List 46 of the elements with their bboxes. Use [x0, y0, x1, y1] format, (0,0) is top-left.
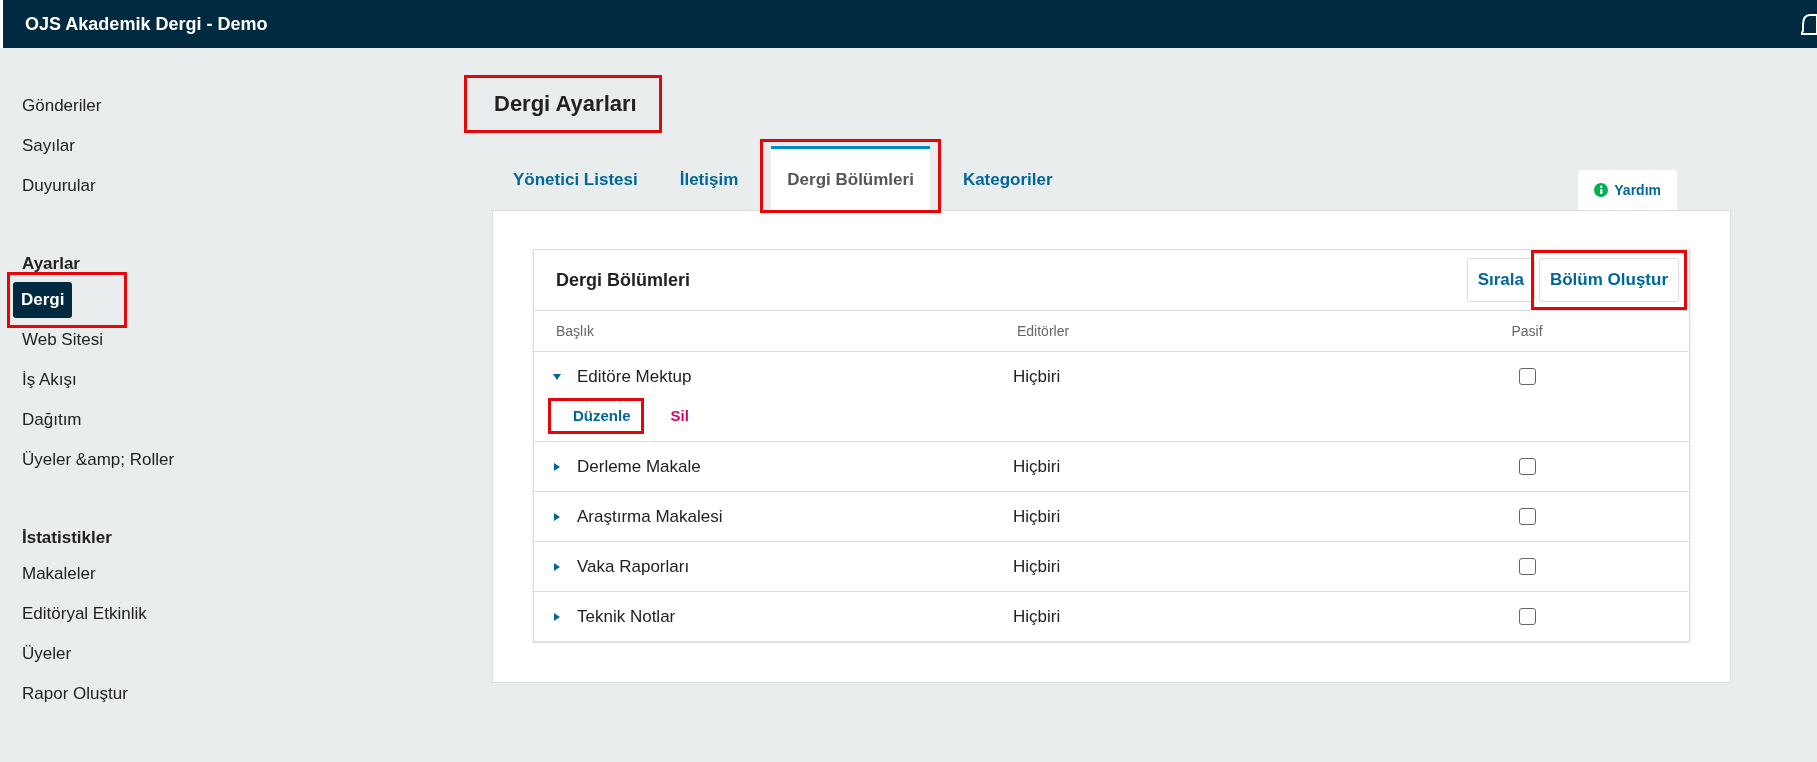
sidebar-item[interactable]: Dağıtım [22, 402, 82, 438]
caret-icon[interactable] [552, 511, 562, 522]
sidebar-heading: Ayarlar [22, 253, 81, 275]
caret-icon[interactable] [552, 461, 562, 472]
sidebar-item[interactable]: İş Akışı [22, 362, 77, 398]
sidebar-item[interactable]: Üyeler [22, 636, 72, 672]
sidebar-item[interactable]: Gönderiler [22, 88, 102, 124]
grid-button[interactable]: Bölüm Oluştur [1538, 258, 1679, 302]
section-title: Araştırma Makalesi [577, 506, 723, 527]
tab[interactable]: Yönetici Listesi [495, 150, 656, 210]
caret-icon[interactable] [552, 611, 562, 622]
section-title: Teknik Notlar [577, 606, 676, 627]
column-header: Başlık [556, 323, 596, 339]
column-header: Editörler [1017, 323, 1071, 339]
caret-icon[interactable] [552, 561, 562, 572]
section-title: Editöre Mektup [577, 366, 692, 387]
sidebar-item[interactable]: Rapor Oluştur [22, 676, 128, 712]
grid-button[interactable]: Sırala [1466, 258, 1535, 302]
row-action-link[interactable]: Düzenle [573, 407, 631, 424]
editors-cell-text: Hiçbiri [1013, 556, 1062, 577]
sidebar-item[interactable]: Üyeler &amp; Roller [22, 442, 175, 478]
caret-icon[interactable] [552, 371, 562, 382]
editors-cell-text: Hiçbiri [1013, 366, 1062, 387]
sidebar-item[interactable]: Editöryal Etkinlik [22, 596, 147, 632]
sidebar-item[interactable]: Web Sitesi [22, 322, 103, 358]
help-tab[interactable]: Yardım [1578, 170, 1677, 210]
sidebar-heading: İstatistikler [22, 527, 113, 549]
sidebar-item[interactable]: Dergi [13, 282, 73, 318]
tab[interactable]: Dergi Bölümleri [771, 146, 930, 210]
journal-title[interactable]: OJS Akademik Dergi - Demo [25, 13, 268, 35]
column-header: Pasif [1510, 323, 1544, 339]
row-action-link[interactable]: Sil [670, 407, 689, 424]
tab[interactable]: Kategoriler [944, 150, 1071, 210]
sidebar-item[interactable]: Makaleler [22, 556, 96, 592]
grid-title: Dergi Bölümleri [556, 269, 691, 291]
editors-cell-text: Hiçbiri [1013, 506, 1062, 527]
info-icon [1594, 183, 1609, 197]
section-title: Derleme Makale [577, 456, 701, 477]
bell-icon[interactable] [1801, 11, 1817, 37]
section-title: Vaka Raporları [577, 556, 690, 577]
sidebar-item[interactable]: Duyurular [22, 168, 96, 204]
editors-cell-text: Hiçbiri [1013, 456, 1062, 477]
page-title: Dergi Ayarları [494, 90, 637, 118]
editors-cell-text: Hiçbiri [1013, 606, 1062, 627]
tab[interactable]: İletişim [661, 150, 757, 210]
sidebar-item[interactable]: Sayılar [22, 128, 75, 164]
